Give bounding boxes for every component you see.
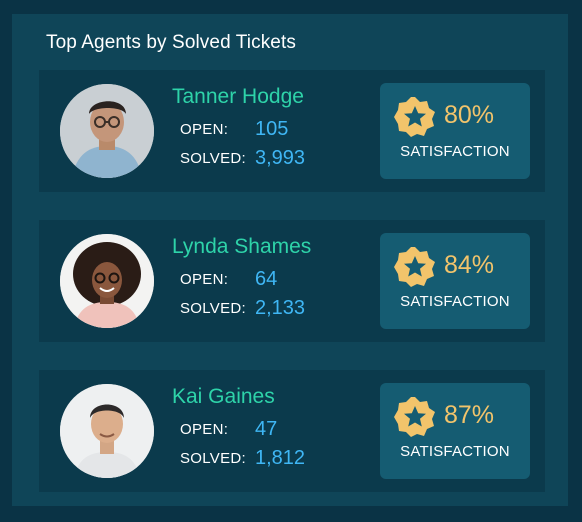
star-badge-icon [394, 97, 435, 137]
agent-avatar [60, 384, 154, 478]
satisfaction-label: SATISFACTION [400, 443, 510, 460]
agent-name: Lynda Shames [172, 235, 312, 258]
widget-title: Top Agents by Solved Tickets [46, 32, 296, 53]
solved-value: 3,993 [255, 147, 306, 169]
satisfaction-percent: 80% [444, 101, 495, 129]
satisfaction-percent: 87% [444, 401, 495, 429]
open-label: OPEN: [180, 271, 229, 288]
star-badge-icon [394, 397, 435, 437]
top-agents-widget: Top Agents by Solved Tickets Tanner Hodg… [12, 14, 568, 506]
open-value: 105 [255, 118, 289, 140]
satisfaction-percent: 84% [444, 251, 495, 279]
solved-value: 1,812 [255, 447, 306, 469]
open-label: OPEN: [180, 421, 229, 438]
open-value: 47 [255, 418, 278, 440]
satisfaction-box: 80% SATISFACTION [380, 83, 530, 179]
agent-name: Tanner Hodge [172, 85, 304, 108]
open-value: 64 [255, 268, 278, 290]
satisfaction-box: 84% SATISFACTION [380, 233, 530, 329]
star-badge-icon [394, 247, 435, 287]
solved-value: 2,133 [255, 297, 306, 319]
open-label: OPEN: [180, 121, 229, 138]
agent-name: Kai Gaines [172, 385, 275, 408]
solved-label: SOLVED: [180, 450, 247, 467]
satisfaction-label: SATISFACTION [400, 293, 510, 310]
satisfaction-label: SATISFACTION [400, 143, 510, 160]
agent-card: Kai Gaines OPEN: 47 SOLVED: 1,812 87% SA… [39, 370, 545, 492]
agent-avatar [60, 84, 154, 178]
satisfaction-box: 87% SATISFACTION [380, 383, 530, 479]
solved-label: SOLVED: [180, 300, 247, 317]
agent-card: Lynda Shames OPEN: 64 SOLVED: 2,133 84% … [39, 220, 545, 342]
solved-label: SOLVED: [180, 150, 247, 167]
agent-card: Tanner Hodge OPEN: 105 SOLVED: 3,993 80%… [39, 70, 545, 192]
agent-avatar [60, 234, 154, 328]
